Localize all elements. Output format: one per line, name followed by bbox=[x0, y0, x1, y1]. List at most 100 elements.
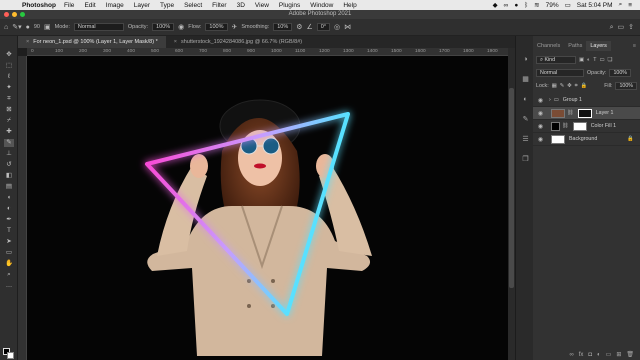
dodge-tool-icon[interactable]: ◐ bbox=[4, 205, 14, 213]
document-canvas[interactable] bbox=[27, 56, 508, 360]
home-icon[interactable]: ⌂ bbox=[4, 24, 8, 31]
menu-filter[interactable]: Filter bbox=[212, 2, 226, 9]
angle-input[interactable]: 0° bbox=[316, 23, 331, 31]
panel-menu-icon[interactable]: ≡ bbox=[629, 41, 640, 51]
workspace-icon[interactable]: ▭ bbox=[618, 24, 625, 31]
healing-tool-icon[interactable]: ✚ bbox=[4, 128, 14, 136]
symmetry-icon[interactable]: ⋈ bbox=[344, 24, 351, 31]
canvas-scrollbar[interactable] bbox=[508, 48, 515, 360]
chain-link-icon[interactable]: ⛓ bbox=[562, 123, 569, 129]
control-center-icon[interactable]: ≡ bbox=[628, 2, 632, 9]
menu-view[interactable]: View bbox=[255, 2, 269, 9]
menu-plugins[interactable]: Plugins bbox=[279, 2, 300, 9]
quick-select-tool-icon[interactable]: ✦ bbox=[4, 84, 14, 92]
fill-color-thumbnail[interactable] bbox=[551, 121, 560, 131]
delete-layer-icon[interactable]: 🗑 bbox=[626, 350, 634, 360]
adjustments-panel-icon[interactable]: ◐ bbox=[521, 96, 530, 104]
path-select-tool-icon[interactable]: ➤ bbox=[4, 238, 14, 246]
airbrush-icon[interactable]: ✈ bbox=[232, 24, 238, 31]
more-tools-icon[interactable]: … bbox=[4, 282, 14, 290]
pressure-opacity-icon[interactable]: ◉ bbox=[178, 24, 184, 31]
battery-icon[interactable]: ▭ bbox=[565, 1, 571, 9]
smoothing-input[interactable]: 10% bbox=[273, 23, 293, 31]
dropbox-icon[interactable]: ◆ bbox=[493, 1, 498, 9]
eraser-tool-icon[interactable]: ◧ bbox=[4, 172, 14, 180]
close-tab-icon[interactable]: × bbox=[174, 39, 177, 45]
tab-layers[interactable]: Layers bbox=[586, 41, 611, 51]
record-icon[interactable]: ● bbox=[514, 2, 518, 9]
filter-adjust-icon[interactable]: ◐ bbox=[587, 57, 590, 63]
scrollbar-thumb[interactable] bbox=[509, 88, 514, 288]
layer-row-color-fill-1[interactable]: ◉ ⛓ Color Fill 1 bbox=[533, 120, 640, 133]
brush-tool-icon[interactable]: ✎ bbox=[4, 139, 14, 147]
wifi-icon[interactable]: ≋ bbox=[534, 1, 539, 9]
pressure-size-icon[interactable]: ◎ bbox=[334, 24, 340, 31]
tab-channels[interactable]: Channels bbox=[533, 41, 564, 51]
chain-link-icon[interactable]: ⛓ bbox=[567, 110, 574, 116]
visibility-eye-icon[interactable]: ◉ bbox=[536, 110, 545, 117]
clock[interactable]: Sat 5:04 PM bbox=[577, 2, 613, 9]
kind-filter-select[interactable]: ⌕ Kind bbox=[536, 56, 576, 64]
share-icon[interactable]: ⇪ bbox=[628, 24, 634, 31]
shape-tool-icon[interactable]: ▭ bbox=[4, 249, 14, 257]
menu-image[interactable]: Image bbox=[106, 2, 124, 9]
visibility-eye-icon[interactable]: ◉ bbox=[536, 123, 545, 130]
layer-thumbnail[interactable] bbox=[551, 134, 565, 144]
frame-tool-icon[interactable]: ⊠ bbox=[4, 106, 14, 114]
lock-move-icon[interactable]: ✥ bbox=[567, 83, 571, 89]
chevron-right-icon[interactable]: › bbox=[549, 97, 551, 103]
filter-pixel-icon[interactable]: ▣ bbox=[579, 57, 584, 63]
flow-input[interactable]: 100% bbox=[205, 23, 228, 31]
minimize-window-button[interactable] bbox=[12, 12, 17, 17]
layer-mask-thumbnail[interactable] bbox=[577, 108, 592, 118]
app-menu[interactable]: Photoshop bbox=[22, 2, 56, 9]
menu-3d[interactable]: 3D bbox=[237, 2, 245, 9]
marquee-tool-icon[interactable]: ⬚ bbox=[4, 62, 14, 70]
layer-thumbnail[interactable] bbox=[551, 108, 565, 118]
pen-tool-icon[interactable]: ✒ bbox=[4, 216, 14, 224]
layer-mask-thumbnail[interactable] bbox=[572, 121, 587, 131]
gradient-tool-icon[interactable]: ▤ bbox=[4, 183, 14, 191]
brush-tool-icon[interactable]: ✎▾ bbox=[12, 24, 21, 31]
tab-shutterstock[interactable]: × shutterstock_1924284086.jpg @ 66.7% (RG… bbox=[166, 36, 310, 48]
filter-smart-icon[interactable]: ❏ bbox=[607, 57, 612, 63]
link-layers-icon[interactable]: ∞ bbox=[569, 350, 573, 360]
tab-for-neon[interactable]: × For neon_1.psd @ 100% (Layer 1, Layer M… bbox=[18, 36, 166, 48]
filter-shape-icon[interactable]: ▭ bbox=[599, 57, 604, 63]
brush-settings-icon[interactable]: ▣ bbox=[44, 24, 51, 31]
background-color-swatch[interactable] bbox=[7, 352, 14, 359]
zoom-window-button[interactable] bbox=[20, 12, 25, 17]
new-layer-icon[interactable]: ⊞ bbox=[616, 350, 621, 360]
color-panel-icon[interactable]: ◑ bbox=[521, 56, 530, 64]
visibility-eye-icon[interactable]: ◉ bbox=[536, 97, 545, 104]
lasso-tool-icon[interactable]: ℓ bbox=[4, 73, 14, 81]
lock-pixels-icon[interactable]: ▦ bbox=[552, 83, 557, 89]
mode-select[interactable]: Normal bbox=[73, 23, 124, 31]
search-icon[interactable]: ⌕ bbox=[619, 1, 623, 9]
brush-panel-icon[interactable]: ✎ bbox=[521, 116, 530, 124]
lock-all-icon[interactable]: 🔒 bbox=[581, 83, 588, 89]
fill-input[interactable]: 100% bbox=[615, 82, 637, 90]
adjustment-layer-icon[interactable]: ◐ bbox=[597, 350, 601, 360]
tab-paths[interactable]: Paths bbox=[564, 41, 586, 51]
add-mask-icon[interactable]: ◘ bbox=[588, 350, 592, 360]
lock-artboard-icon[interactable]: ⌗ bbox=[575, 83, 578, 90]
new-group-icon[interactable]: ▭ bbox=[606, 350, 612, 360]
fx-icon[interactable]: fx bbox=[579, 350, 584, 360]
properties-panel-icon[interactable]: ☰ bbox=[521, 136, 530, 144]
visibility-eye-icon[interactable]: ◉ bbox=[536, 136, 545, 143]
lock-icon[interactable]: 🔒 bbox=[627, 136, 634, 142]
menu-layer[interactable]: Layer bbox=[134, 2, 150, 9]
blur-tool-icon[interactable]: ◖ bbox=[4, 194, 14, 202]
bluetooth-icon[interactable]: ᛒ bbox=[524, 2, 528, 9]
menu-select[interactable]: Select bbox=[184, 2, 202, 9]
menu-type[interactable]: Type bbox=[160, 2, 174, 9]
menu-edit[interactable]: Edit bbox=[84, 2, 95, 9]
history-brush-icon[interactable]: ↺ bbox=[4, 161, 14, 169]
layer-row-background[interactable]: ◉ Background 🔒 bbox=[533, 133, 640, 146]
brush-preset-icon[interactable]: ● bbox=[26, 24, 30, 31]
layer-row-group-1[interactable]: ◉ › ▭ Group 1 bbox=[533, 94, 640, 107]
zoom-tool-icon[interactable]: ⌕ bbox=[4, 271, 14, 279]
move-tool-icon[interactable]: ✥ bbox=[4, 51, 14, 59]
close-tab-icon[interactable]: × bbox=[26, 39, 29, 45]
